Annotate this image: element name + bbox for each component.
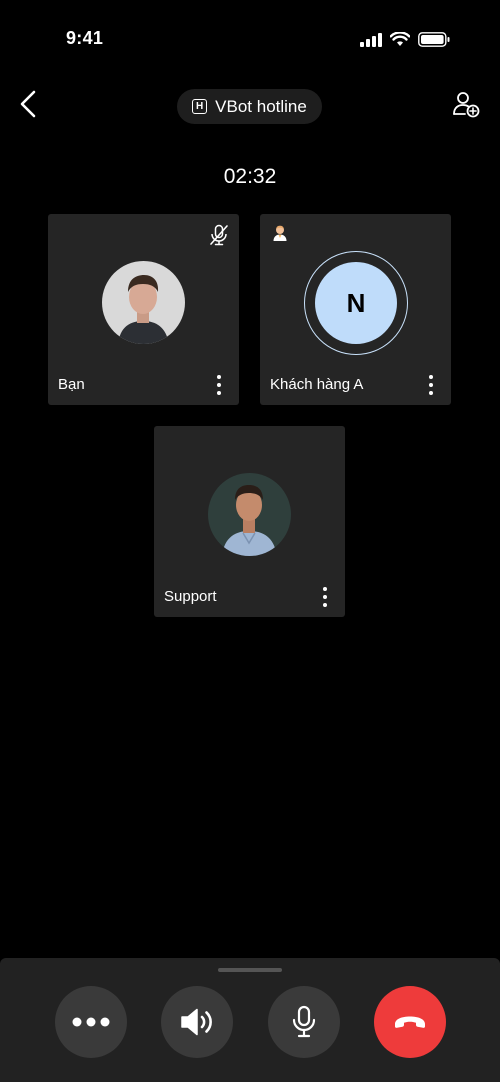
battery-icon <box>418 32 450 47</box>
signal-icon <box>360 32 382 47</box>
avatar-you <box>102 261 185 344</box>
more-horizontal-icon <box>72 1017 110 1027</box>
participant-tile-customer[interactable]: N Khách hàng A <box>260 214 451 405</box>
avatar-support <box>208 473 291 556</box>
participant-tile-support[interactable]: Support <box>154 426 345 617</box>
mic-off-icon <box>210 224 228 246</box>
avatar-customer: N <box>315 262 397 344</box>
participant-name: Bạn <box>58 376 85 393</box>
participant-name: Khách hàng A <box>270 376 364 393</box>
status-bar: 9:41 <box>0 0 500 80</box>
back-button[interactable] <box>10 86 46 122</box>
more-options-button[interactable] <box>55 986 127 1058</box>
chevron-left-icon <box>20 90 36 118</box>
end-call-button[interactable] <box>374 986 446 1058</box>
drag-handle[interactable] <box>218 968 282 972</box>
hotline-title-pill: H VBot hotline <box>177 89 322 124</box>
add-user-icon <box>453 92 480 118</box>
hotline-icon: H <box>192 99 208 114</box>
more-vertical-icon[interactable] <box>423 375 439 395</box>
microphone-icon <box>292 1005 316 1038</box>
participant-name: Support <box>164 588 217 605</box>
wifi-icon <box>390 32 410 46</box>
add-participant-button[interactable] <box>448 86 484 122</box>
hotline-title: VBot hotline <box>215 96 307 116</box>
call-controls <box>0 958 500 1082</box>
status-icons <box>360 32 450 47</box>
speaker-icon <box>181 1008 212 1036</box>
call-timer: 02:32 <box>223 165 277 188</box>
more-vertical-icon[interactable] <box>211 375 227 395</box>
more-vertical-icon[interactable] <box>317 587 333 607</box>
end-call-icon <box>395 1016 425 1028</box>
participant-tile-you[interactable]: Bạn <box>48 214 239 405</box>
customer-icon <box>273 225 287 241</box>
microphone-button[interactable] <box>268 986 340 1058</box>
speaker-button[interactable] <box>161 986 233 1058</box>
status-time: 9:41 <box>66 28 104 48</box>
